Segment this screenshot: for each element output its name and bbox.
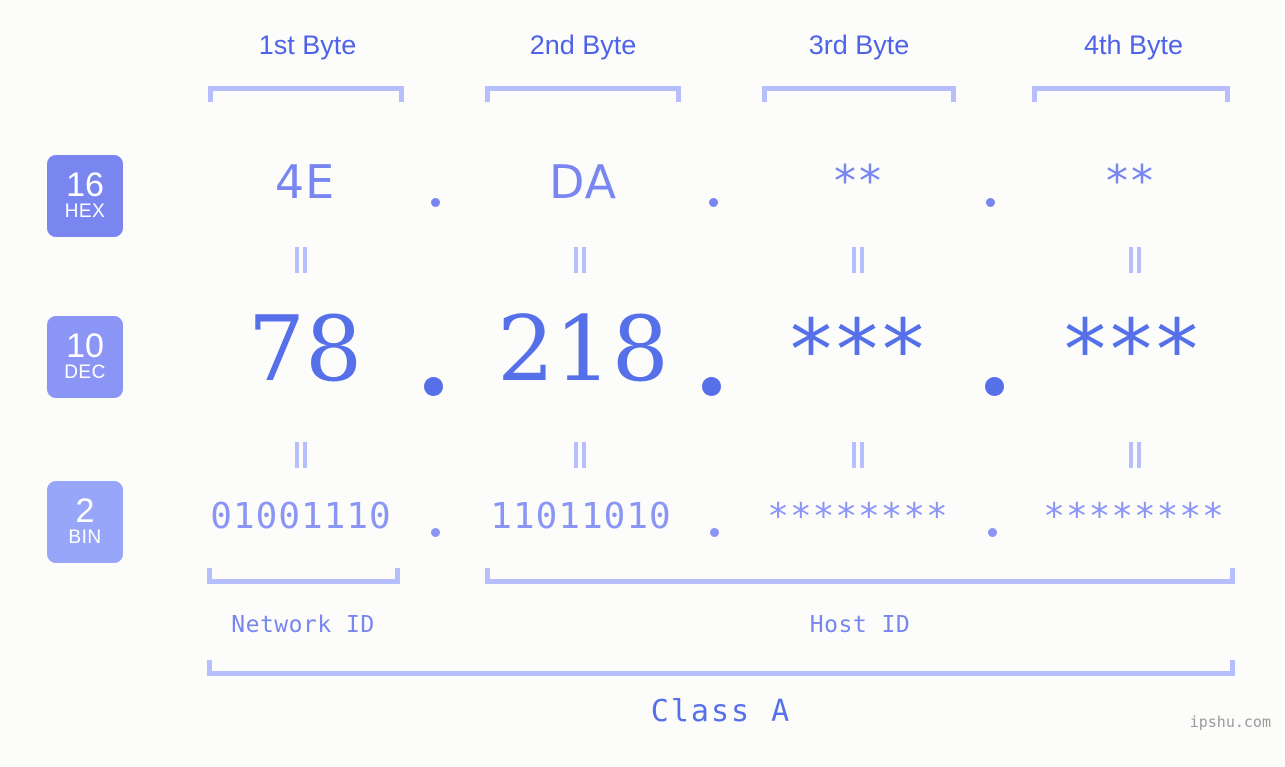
hex-separator-dot-2 xyxy=(709,198,718,207)
base-badge-bin: 2 BIN xyxy=(47,481,123,563)
network-id-bracket xyxy=(207,568,400,584)
parallel-connector-icon-2 xyxy=(574,247,587,273)
byte-header-4: 4th Byte xyxy=(1083,30,1184,60)
dec-byte-4-value: *** xyxy=(1064,301,1202,399)
byte-header-1: 1st Byte xyxy=(258,30,357,60)
dec-byte-1-value: 78 xyxy=(247,297,363,402)
dec-separator-dot-3 xyxy=(985,377,1004,396)
hex-byte-2-value: DA xyxy=(548,155,618,209)
parallel-connector-icon-6 xyxy=(574,442,587,468)
hex-separator-dot-3 xyxy=(986,198,995,207)
base-badge-dec-name: DEC xyxy=(64,362,106,383)
bin-byte-2-value: 11011010 xyxy=(490,496,672,537)
dec-byte-3-value: *** xyxy=(790,301,928,399)
site-watermark: ipshu.com xyxy=(1189,713,1271,731)
hex-byte-3-value: ** xyxy=(834,156,884,207)
parallel-connector-icon-8 xyxy=(1129,442,1142,468)
base-badge-dec-number: 10 xyxy=(66,327,104,365)
base-badge-dec: 10 DEC xyxy=(47,316,123,398)
dec-separator-dot-2 xyxy=(702,377,721,396)
byte-bracket-1 xyxy=(208,86,404,102)
class-bracket xyxy=(207,660,1235,676)
base-badge-hex: 16 HEX xyxy=(47,155,123,237)
dec-byte-2-value: 218 xyxy=(497,297,669,402)
byte-bracket-3 xyxy=(762,86,956,102)
base-badge-hex-name: HEX xyxy=(64,201,106,222)
parallel-connector-icon-7 xyxy=(852,442,865,468)
parallel-connector-icon-3 xyxy=(852,247,865,273)
parallel-connector-icon-5 xyxy=(295,442,308,468)
bin-separator-dot-2 xyxy=(710,528,719,537)
byte-header-2: 2nd Byte xyxy=(529,30,637,60)
base-badge-hex-number: 16 xyxy=(66,166,104,204)
hex-byte-4-value: ** xyxy=(1106,156,1156,207)
hex-byte-1-value: 4E xyxy=(274,155,336,209)
bin-byte-3-value: ******** xyxy=(767,496,949,537)
bin-separator-dot-1 xyxy=(431,528,440,537)
parallel-connector-icon-4 xyxy=(1129,247,1142,273)
hex-separator-dot-1 xyxy=(431,198,440,207)
dec-separator-dot-1 xyxy=(424,377,443,396)
base-badge-bin-number: 2 xyxy=(75,492,95,530)
bin-separator-dot-3 xyxy=(988,528,997,537)
host-id-label: Host ID xyxy=(809,612,911,638)
bin-byte-4-value: ******** xyxy=(1043,496,1225,537)
byte-bracket-4 xyxy=(1032,86,1230,102)
base-badge-bin-name: BIN xyxy=(68,527,102,548)
ip-byte-breakdown-diagram: 1st Byte 2nd Byte 3rd Byte 4th Byte 16 H… xyxy=(0,0,1285,767)
byte-header-3: 3rd Byte xyxy=(808,30,910,60)
network-id-label: Network ID xyxy=(231,612,375,638)
bin-byte-1-value: 01001110 xyxy=(210,496,392,537)
byte-bracket-2 xyxy=(485,86,681,102)
parallel-connector-icon-1 xyxy=(295,247,308,273)
host-id-bracket xyxy=(485,568,1235,584)
class-label: Class A xyxy=(650,694,792,729)
